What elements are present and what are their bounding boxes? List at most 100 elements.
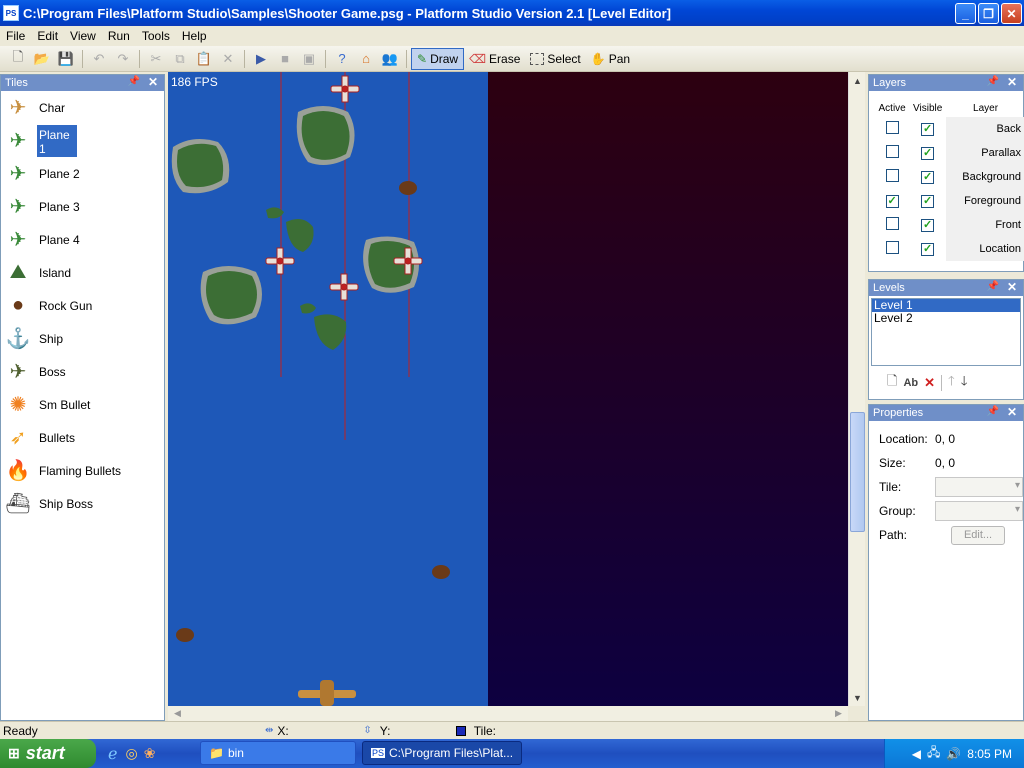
tile-item[interactable]: ✈ Plane 1	[1, 124, 164, 157]
help-icon[interactable]: ?	[332, 49, 352, 69]
tile-item[interactable]: ⚓ Ship	[1, 322, 164, 355]
tile-item[interactable]: ✈ Char	[1, 91, 164, 124]
ie-icon[interactable]: ℯ	[108, 744, 117, 764]
cursor-y-icon: ⇳	[363, 725, 372, 736]
layer-name[interactable]: Front	[946, 213, 1024, 237]
volume-icon[interactable]: 🔊	[946, 747, 961, 761]
menu-run[interactable]: Run	[102, 29, 136, 43]
active-checkbox[interactable]	[885, 169, 899, 182]
tile-label: Ship	[39, 331, 64, 346]
draw-tool-button[interactable]: ✎ Draw	[411, 47, 465, 70]
size-label: Size:	[879, 456, 906, 470]
scroll-thumb[interactable]	[850, 412, 865, 532]
delete-icon[interactable]: ✕	[218, 49, 238, 69]
network-icon[interactable]: 🖧	[927, 743, 940, 764]
visible-checkbox[interactable]: ✓	[921, 146, 935, 160]
cut-icon[interactable]: ✂	[146, 49, 166, 69]
restore-button[interactable]: ❐	[978, 3, 999, 24]
edit-path-button[interactable]: Edit...	[951, 525, 1005, 545]
visible-checkbox[interactable]: ✓	[921, 218, 935, 232]
tile-item[interactable]: ✈ Boss	[1, 355, 164, 388]
menu-help[interactable]: Help	[176, 29, 213, 43]
scroll-down-icon[interactable]: ▼	[850, 690, 865, 705]
active-checkbox[interactable]	[885, 217, 899, 230]
scroll-right-icon[interactable]: ▶	[831, 706, 846, 721]
copy-icon[interactable]: ⧉	[170, 49, 190, 69]
tile-item[interactable]: ⛴ Ship Boss	[1, 487, 164, 520]
active-checkbox[interactable]	[885, 121, 899, 134]
tile-item[interactable]: ● Rock Gun	[1, 289, 164, 322]
taskbar-item-bin[interactable]: 📁 bin	[200, 741, 356, 765]
pan-tool-button[interactable]: ✋ Pan	[586, 48, 635, 70]
media-icon[interactable]: ◎	[125, 745, 137, 762]
visible-checkbox[interactable]: ✓	[921, 170, 935, 184]
pin-icon[interactable]: 📌	[987, 76, 999, 87]
taskbar: ⊞ start ℯ ◎ ❀ 📁 bin PS C:\Program Files\…	[0, 739, 1024, 768]
level-canvas[interactable]: 186 FPS	[168, 72, 848, 706]
redo-icon[interactable]: ↷	[113, 49, 133, 69]
save-icon[interactable]: 💾	[56, 49, 76, 69]
undo-icon[interactable]: ↶	[89, 49, 109, 69]
layer-name[interactable]: Background	[946, 165, 1024, 189]
step-icon[interactable]: ▣	[299, 49, 319, 69]
title-bar: PS C:\Program Files\Platform Studio\Samp…	[0, 0, 1024, 26]
new-level-icon[interactable]: 🗋	[887, 372, 897, 394]
layer-name[interactable]: Location	[946, 237, 1024, 261]
menu-view[interactable]: View	[64, 29, 102, 43]
taskbar-item-platform-studio[interactable]: PS C:\Program Files\Plat...	[362, 741, 522, 765]
new-file-icon[interactable]: 🗋	[8, 49, 28, 69]
visible-checkbox[interactable]: ✓	[921, 194, 935, 208]
close-icon[interactable]: ✕	[1007, 280, 1017, 294]
scroll-left-icon[interactable]: ◀	[170, 706, 185, 721]
tile-item[interactable]: ➶ Bullets	[1, 421, 164, 454]
rock-gun-sprite	[432, 565, 450, 579]
active-checkbox[interactable]: ✓	[885, 194, 899, 208]
run-icon[interactable]: ▶	[251, 49, 271, 69]
select-tool-button[interactable]: Select	[525, 48, 585, 70]
tile-item[interactable]: ✈ Plane 4	[1, 223, 164, 256]
scroll-up-icon[interactable]: ▲	[850, 73, 865, 88]
menu-edit[interactable]: Edit	[31, 29, 64, 43]
pin-icon[interactable]: 📌	[987, 281, 999, 292]
group-select[interactable]	[935, 501, 1023, 521]
tile-item[interactable]: ✈ Plane 3	[1, 190, 164, 223]
layer-name[interactable]: Back	[946, 117, 1024, 141]
messenger-icon[interactable]: ❀	[144, 745, 156, 762]
paste-icon[interactable]: 📋	[194, 49, 214, 69]
visible-checkbox[interactable]: ✓	[921, 242, 935, 256]
move-up-icon[interactable]: 🡑	[948, 372, 955, 394]
delete-level-icon[interactable]: ✕	[924, 375, 935, 391]
close-icon[interactable]: ✕	[148, 75, 158, 89]
tile-label: Plane 2	[39, 166, 80, 181]
close-icon[interactable]: ✕	[1007, 75, 1017, 89]
minimize-button[interactable]: _	[955, 3, 976, 24]
stop-icon[interactable]: ■	[275, 49, 295, 69]
start-button[interactable]: ⊞ start	[0, 739, 96, 768]
move-down-icon[interactable]: 🡓	[961, 372, 968, 394]
pin-icon[interactable]: 📌	[128, 76, 140, 87]
pin-icon[interactable]: 📌	[987, 406, 999, 417]
tile-item[interactable]: ✺ Sm Bullet	[1, 388, 164, 421]
tile-select[interactable]	[935, 477, 1023, 497]
list-item[interactable]: Level 2	[872, 312, 1020, 325]
menu-tools[interactable]: Tools	[136, 29, 176, 43]
users-icon[interactable]: 👥	[380, 49, 400, 69]
home-icon[interactable]: ⌂	[356, 49, 376, 69]
close-button[interactable]: ✕	[1001, 3, 1022, 24]
erase-tool-button[interactable]: ⌫ Erase	[464, 48, 525, 70]
layer-name[interactable]: Parallax	[946, 141, 1024, 165]
vertical-scrollbar[interactable]: ▲ ▼	[848, 72, 865, 706]
horizontal-scrollbar[interactable]: ◀ ▶	[168, 706, 848, 721]
tile-item[interactable]: ⛰ Island	[1, 256, 164, 289]
menu-file[interactable]: File	[0, 29, 31, 43]
open-folder-icon[interactable]: 📂	[32, 49, 52, 69]
active-checkbox[interactable]	[885, 241, 899, 254]
tile-item[interactable]: ✈ Plane 2	[1, 157, 164, 190]
close-icon[interactable]: ✕	[1007, 405, 1017, 419]
visible-checkbox[interactable]: ✓	[921, 122, 935, 136]
tile-item[interactable]: 🔥 Flaming Bullets	[1, 454, 164, 487]
layer-name[interactable]: Foreground	[946, 189, 1024, 213]
rename-icon[interactable]: Ab	[903, 377, 918, 389]
tray-arrow-icon[interactable]: ◀	[912, 747, 921, 761]
active-checkbox[interactable]	[885, 145, 899, 158]
